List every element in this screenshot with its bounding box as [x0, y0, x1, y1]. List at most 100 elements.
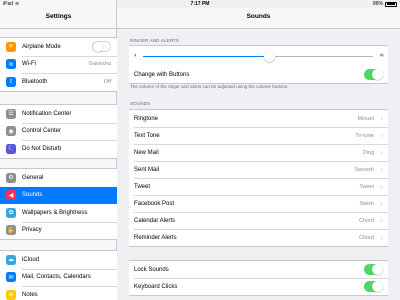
sound-label: Ringtone: [134, 115, 159, 122]
airplane-mode-toggle[interactable]: [92, 41, 111, 53]
chevron-right-icon: ›: [380, 131, 383, 140]
sound-row-new-mail[interactable]: New Mail Ding ›: [129, 144, 388, 161]
sound-value: Ding: [362, 149, 374, 156]
cloud-icon: ☁: [6, 254, 16, 265]
sidebar-item-label: General: [22, 174, 44, 181]
sound-label: Reminder Alerts: [134, 234, 177, 241]
sidebar-item-notes[interactable]: ≡ Notes: [0, 286, 117, 300]
sidebar-item-label: Sounds: [22, 192, 43, 199]
lock-sounds-toggle[interactable]: [364, 264, 383, 275]
sounds-section-header: SOUNDS: [130, 101, 151, 106]
ringer-footnote: The volume of the ringer and alerts can …: [130, 84, 289, 89]
hand-icon: ✋: [6, 225, 16, 236]
sound-label: Calendar Alerts: [134, 217, 176, 224]
sidebar-item-label: iCloud: [22, 256, 40, 263]
wallpaper-icon: ✿: [6, 207, 16, 218]
chevron-right-icon: ›: [380, 148, 383, 157]
sound-value: Chord: [359, 234, 374, 241]
gear-icon: ⚙: [6, 172, 16, 183]
chevron-right-icon: ›: [380, 182, 383, 191]
chevron-right-icon: ›: [380, 216, 383, 225]
sidebar-item-control-center[interactable]: ◉ Control Center: [0, 122, 117, 141]
sidebar-item-mail-contacts-calendars[interactable]: ✉ Mail, Contacts, Calendars: [0, 268, 117, 287]
sound-label: Sent Mail: [134, 166, 160, 173]
battery-fill: [386, 3, 396, 5]
sound-row-text-tone[interactable]: Text Tone Tri-tone ›: [129, 127, 388, 144]
sidebar-group-accounts: ☁ iCloud ✉ Mail, Contacts, Calendars ≡ N…: [0, 250, 117, 300]
control-center-icon: ◉: [6, 126, 16, 137]
speaker-high-icon: 🔊︎: [379, 51, 384, 59]
volume-slider-knob[interactable]: [264, 50, 275, 62]
chevron-right-icon: ›: [380, 114, 383, 123]
status-left: iPad ≋: [3, 0, 19, 8]
notification-center-icon: ☰: [6, 108, 16, 119]
sound-row-tweet[interactable]: Tweet Tweet ›: [129, 178, 388, 195]
moon-icon: ☾: [6, 143, 16, 154]
change-with-buttons-toggle[interactable]: [364, 69, 383, 80]
sidebar-item-label: Control Center: [22, 128, 62, 135]
speaker-low-icon: 🔈︎: [134, 51, 138, 59]
sidebar-item-sounds[interactable]: ◀ Sounds: [0, 186, 117, 204]
wifi-network-value: Ganesha: [88, 61, 111, 68]
chevron-right-icon: ›: [380, 199, 383, 208]
toggle-knob: [93, 42, 103, 52]
sound-label: Text Tone: [134, 132, 160, 139]
sound-value: Swoosh: [354, 166, 374, 173]
sound-value: Tri-tone: [355, 132, 374, 139]
sound-row-sent-mail[interactable]: Sent Mail Swoosh ›: [129, 161, 388, 178]
volume-slider-row: 🔈︎ 🔊︎: [129, 46, 388, 66]
toggle-knob: [372, 264, 383, 275]
sound-row-ringtone[interactable]: Ringtone Minuet ›: [129, 110, 388, 127]
speaker-icon: ◀: [6, 190, 16, 201]
sound-value: Swish: [359, 200, 374, 207]
change-with-buttons-row: Change with Buttons: [129, 66, 388, 83]
keyboard-clicks-label: Keyboard Clicks: [134, 283, 178, 290]
sidebar-item-bluetooth[interactable]: ᛒ Bluetooth Off: [0, 73, 117, 91]
sidebar-item-label: Wi-Fi: [22, 61, 36, 68]
sidebar-group-centers: ☰ Notification Center ◉ Control Center ☾…: [0, 104, 117, 159]
sidebar-item-label: Mail, Contacts, Calendars: [22, 274, 91, 281]
sidebar-item-notification-center[interactable]: ☰ Notification Center: [0, 105, 117, 123]
status-bar: 7:17 PM iPad ≋ 86%: [0, 0, 400, 8]
keyboard-clicks-toggle[interactable]: [364, 281, 383, 292]
sound-label: New Mail: [134, 149, 159, 156]
bluetooth-status-value: Off: [103, 78, 111, 85]
sidebar-item-label: Bluetooth: [22, 78, 48, 85]
change-with-buttons-label: Change with Buttons: [134, 71, 190, 78]
keyboard-clicks-row: Keyboard Clicks: [129, 278, 388, 295]
sound-value: Chord: [359, 217, 374, 224]
lock-sounds-row: Lock Sounds: [129, 261, 388, 278]
sidebar-item-privacy[interactable]: ✋ Privacy: [0, 221, 117, 240]
sidebar-item-wallpapers-brightness[interactable]: ✿ Wallpapers & Brightness: [0, 204, 117, 222]
volume-slider[interactable]: [143, 55, 373, 57]
wifi-signal-icon: ≋: [15, 1, 20, 7]
airplane-icon: ✈: [6, 41, 16, 52]
sidebar-item-label: Privacy: [22, 227, 42, 234]
sound-row-reminder-alerts[interactable]: Reminder Alerts Chord ›: [129, 229, 388, 246]
sidebar-item-icloud[interactable]: ☁ iCloud: [0, 251, 117, 269]
notes-icon: ≡: [6, 289, 16, 300]
sidebar-item-airplane-mode[interactable]: ✈ Airplane Mode: [0, 38, 117, 56]
sidebar-item-label: Notification Center: [22, 110, 72, 117]
sound-value: Minuet: [357, 115, 374, 122]
toggle-knob: [372, 69, 383, 80]
sidebar-item-wifi[interactable]: ≋ Wi-Fi Ganesha: [0, 55, 117, 74]
sound-label: Tweet: [134, 183, 151, 190]
lock-sounds-label: Lock Sounds: [134, 266, 169, 273]
status-time: 7:17 PM: [190, 1, 210, 7]
sounds-detail-pane: Sounds RINGER AND ALERTS 🔈︎ 🔊︎ Change wi…: [117, 0, 400, 300]
volume-slider-fill: [143, 55, 270, 57]
ringer-group: 🔈︎ 🔊︎ Change with Buttons: [129, 45, 388, 84]
sound-row-facebook-post[interactable]: Facebook Post Swish ›: [129, 195, 388, 212]
mail-icon: ✉: [6, 272, 16, 283]
sidebar-item-label: Wallpapers & Brightness: [22, 209, 88, 216]
sidebar-item-do-not-disturb[interactable]: ☾ Do Not Disturb: [0, 140, 117, 158]
chevron-right-icon: ›: [380, 165, 383, 174]
sound-value: Tweet: [359, 183, 374, 190]
wifi-icon: ≋: [6, 59, 16, 70]
bluetooth-icon: ᛒ: [6, 76, 16, 87]
sidebar-item-general[interactable]: ⚙ General: [0, 169, 117, 187]
sound-row-calendar-alerts[interactable]: Calendar Alerts Chord ›: [129, 212, 388, 229]
detail-title: Sounds: [117, 8, 400, 29]
ringer-section-header: RINGER AND ALERTS: [130, 38, 180, 43]
